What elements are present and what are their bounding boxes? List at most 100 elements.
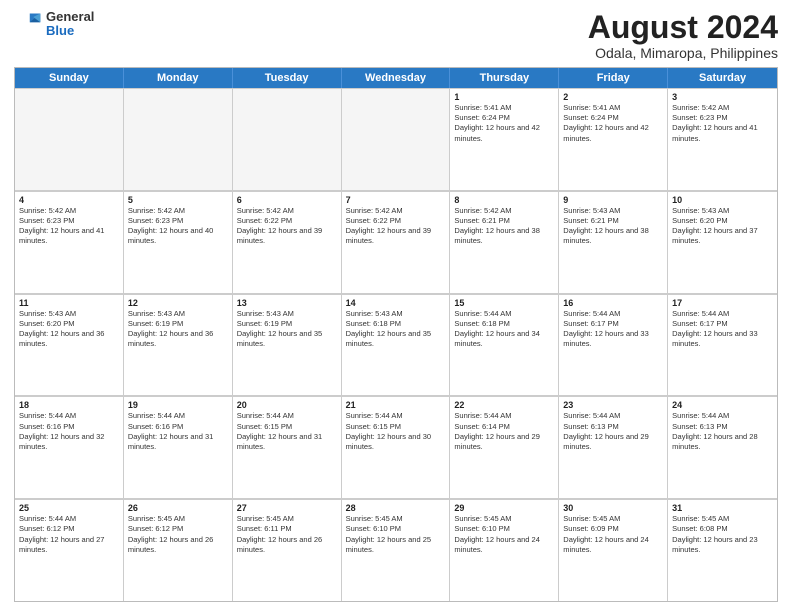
header: General Blue August 2024 Odala, Mimaropa… — [14, 10, 778, 61]
cell-info-w1-d4: Sunrise: 5:42 AM Sunset: 6:21 PM Dayligh… — [454, 206, 554, 247]
cell-info-w4-d4: Sunrise: 5:45 AM Sunset: 6:10 PM Dayligh… — [454, 514, 554, 555]
cell-w2-d1: 12Sunrise: 5:43 AM Sunset: 6:19 PM Dayli… — [124, 295, 233, 396]
day-num-w0-d4: 1 — [454, 92, 554, 102]
cell-w0-d2 — [233, 89, 342, 190]
cell-info-w3-d2: Sunrise: 5:44 AM Sunset: 6:15 PM Dayligh… — [237, 411, 337, 452]
header-friday: Friday — [559, 68, 668, 88]
cell-w1-d6: 10Sunrise: 5:43 AM Sunset: 6:20 PM Dayli… — [668, 192, 777, 293]
cell-w3-d1: 19Sunrise: 5:44 AM Sunset: 6:16 PM Dayli… — [124, 397, 233, 498]
day-num-w2-d4: 15 — [454, 298, 554, 308]
header-sunday: Sunday — [15, 68, 124, 88]
header-wednesday: Wednesday — [342, 68, 451, 88]
cell-w4-d2: 27Sunrise: 5:45 AM Sunset: 6:11 PM Dayli… — [233, 500, 342, 601]
cell-info-w4-d1: Sunrise: 5:45 AM Sunset: 6:12 PM Dayligh… — [128, 514, 228, 555]
cell-w3-d0: 18Sunrise: 5:44 AM Sunset: 6:16 PM Dayli… — [15, 397, 124, 498]
cell-info-w0-d6: Sunrise: 5:42 AM Sunset: 6:23 PM Dayligh… — [672, 103, 773, 144]
day-num-w0-d5: 2 — [563, 92, 663, 102]
cell-w4-d0: 25Sunrise: 5:44 AM Sunset: 6:12 PM Dayli… — [15, 500, 124, 601]
cell-info-w0-d4: Sunrise: 5:41 AM Sunset: 6:24 PM Dayligh… — [454, 103, 554, 144]
calendar: Sunday Monday Tuesday Wednesday Thursday… — [14, 67, 778, 602]
cell-w1-d0: 4Sunrise: 5:42 AM Sunset: 6:23 PM Daylig… — [15, 192, 124, 293]
cell-w3-d6: 24Sunrise: 5:44 AM Sunset: 6:13 PM Dayli… — [668, 397, 777, 498]
day-num-w3-d2: 20 — [237, 400, 337, 410]
week-row-1: 4 Sunrise: 5:42 AM Sunset: 6:23 PM Daylig… — [15, 191, 777, 294]
day-num-w2-d0: 11 — [19, 298, 119, 308]
cell-w1-d1: 5Sunrise: 5:42 AM Sunset: 6:23 PM Daylig… — [124, 192, 233, 293]
day-num-w1-d3: 7 — [346, 195, 446, 205]
logo-icon — [14, 10, 42, 38]
cell-info-w1-d1: Sunrise: 5:42 AM Sunset: 6:23 PM Dayligh… — [128, 206, 228, 247]
day-num-w1-d1: 5 — [128, 195, 228, 205]
week-row-3: 18Sunrise: 5:44 AM Sunset: 6:16 PM Dayli… — [15, 396, 777, 499]
header-thursday: Thursday — [450, 68, 559, 88]
cell-info-w2-d2: Sunrise: 5:43 AM Sunset: 6:19 PM Dayligh… — [237, 309, 337, 350]
cell-w4-d3: 28Sunrise: 5:45 AM Sunset: 6:10 PM Dayli… — [342, 500, 451, 601]
day-num-w4-d6: 31 — [672, 503, 773, 513]
cell-info-w1-d2: Sunrise: 5:42 AM Sunset: 6:22 PM Dayligh… — [237, 206, 337, 247]
day-num-w1-d6: 10 — [672, 195, 773, 205]
cell-w3-d3: 21Sunrise: 5:44 AM Sunset: 6:15 PM Dayli… — [342, 397, 451, 498]
subtitle: Odala, Mimaropa, Philippines — [588, 45, 778, 61]
cell-w2-d2: 13Sunrise: 5:43 AM Sunset: 6:19 PM Dayli… — [233, 295, 342, 396]
week-row-4: 25Sunrise: 5:44 AM Sunset: 6:12 PM Dayli… — [15, 499, 777, 601]
logo: General Blue — [14, 10, 94, 39]
cell-w3-d2: 20Sunrise: 5:44 AM Sunset: 6:15 PM Dayli… — [233, 397, 342, 498]
cell-w4-d6: 31Sunrise: 5:45 AM Sunset: 6:08 PM Dayli… — [668, 500, 777, 601]
header-monday: Monday — [124, 68, 233, 88]
day-num-w4-d1: 26 — [128, 503, 228, 513]
cell-w2-d3: 14Sunrise: 5:43 AM Sunset: 6:18 PM Dayli… — [342, 295, 451, 396]
cell-w1-d4: 8Sunrise: 5:42 AM Sunset: 6:21 PM Daylig… — [450, 192, 559, 293]
logo-blue-text: Blue — [46, 24, 94, 38]
logo-general-text: General — [46, 10, 94, 24]
cell-w1-d2: 6Sunrise: 5:42 AM Sunset: 6:22 PM Daylig… — [233, 192, 342, 293]
cell-w1-d5: 9Sunrise: 5:43 AM Sunset: 6:21 PM Daylig… — [559, 192, 668, 293]
cell-info-w2-d5: Sunrise: 5:44 AM Sunset: 6:17 PM Dayligh… — [563, 309, 663, 350]
page: General Blue August 2024 Odala, Mimaropa… — [0, 0, 792, 612]
day-num-w2-d2: 13 — [237, 298, 337, 308]
cell-info-w4-d6: Sunrise: 5:45 AM Sunset: 6:08 PM Dayligh… — [672, 514, 773, 555]
day-num-w0-d6: 3 — [672, 92, 773, 102]
week-row-2: 11Sunrise: 5:43 AM Sunset: 6:20 PM Dayli… — [15, 294, 777, 397]
calendar-header: Sunday Monday Tuesday Wednesday Thursday… — [15, 68, 777, 88]
cell-w1-d3: 7Sunrise: 5:42 AM Sunset: 6:22 PM Daylig… — [342, 192, 451, 293]
cell-w2-d4: 15Sunrise: 5:44 AM Sunset: 6:18 PM Dayli… — [450, 295, 559, 396]
header-saturday: Saturday — [668, 68, 777, 88]
cell-info-w2-d0: Sunrise: 5:43 AM Sunset: 6:20 PM Dayligh… — [19, 309, 119, 350]
day-num-w2-d1: 12 — [128, 298, 228, 308]
cell-info-w2-d1: Sunrise: 5:43 AM Sunset: 6:19 PM Dayligh… — [128, 309, 228, 350]
day-num-w2-d5: 16 — [563, 298, 663, 308]
day-num-w1-d0: 4 — [19, 195, 119, 205]
cell-w0-d5: 2Sunrise: 5:41 AM Sunset: 6:24 PM Daylig… — [559, 89, 668, 190]
day-num-w3-d5: 23 — [563, 400, 663, 410]
day-num-w2-d3: 14 — [346, 298, 446, 308]
cell-info-w3-d5: Sunrise: 5:44 AM Sunset: 6:13 PM Dayligh… — [563, 411, 663, 452]
week-row-0: 1Sunrise: 5:41 AM Sunset: 6:24 PM Daylig… — [15, 88, 777, 191]
cell-info-w2-d4: Sunrise: 5:44 AM Sunset: 6:18 PM Dayligh… — [454, 309, 554, 350]
cell-info-w0-d5: Sunrise: 5:41 AM Sunset: 6:24 PM Dayligh… — [563, 103, 663, 144]
cell-info-w4-d3: Sunrise: 5:45 AM Sunset: 6:10 PM Dayligh… — [346, 514, 446, 555]
cell-w2-d6: 17Sunrise: 5:44 AM Sunset: 6:17 PM Dayli… — [668, 295, 777, 396]
day-num-w4-d3: 28 — [346, 503, 446, 513]
day-num-w4-d2: 27 — [237, 503, 337, 513]
cell-info-w1-d3: Sunrise: 5:42 AM Sunset: 6:22 PM Dayligh… — [346, 206, 446, 247]
main-title: August 2024 — [588, 10, 778, 45]
cell-info-w4-d5: Sunrise: 5:45 AM Sunset: 6:09 PM Dayligh… — [563, 514, 663, 555]
cell-info-w2-d3: Sunrise: 5:43 AM Sunset: 6:18 PM Dayligh… — [346, 309, 446, 350]
cell-info-w3-d0: Sunrise: 5:44 AM Sunset: 6:16 PM Dayligh… — [19, 411, 119, 452]
cell-info-w3-d4: Sunrise: 5:44 AM Sunset: 6:14 PM Dayligh… — [454, 411, 554, 452]
cell-w0-d4: 1Sunrise: 5:41 AM Sunset: 6:24 PM Daylig… — [450, 89, 559, 190]
cell-w4-d1: 26Sunrise: 5:45 AM Sunset: 6:12 PM Dayli… — [124, 500, 233, 601]
cell-w4-d5: 30Sunrise: 5:45 AM Sunset: 6:09 PM Dayli… — [559, 500, 668, 601]
day-num-w2-d6: 17 — [672, 298, 773, 308]
cell-w3-d4: 22Sunrise: 5:44 AM Sunset: 6:14 PM Dayli… — [450, 397, 559, 498]
day-num-w4-d4: 29 — [454, 503, 554, 513]
day-num-w1-d2: 6 — [237, 195, 337, 205]
logo-text: General Blue — [46, 10, 94, 39]
cell-w0-d1 — [124, 89, 233, 190]
header-tuesday: Tuesday — [233, 68, 342, 88]
cell-info-w3-d6: Sunrise: 5:44 AM Sunset: 6:13 PM Dayligh… — [672, 411, 773, 452]
cell-w0-d6: 3Sunrise: 5:42 AM Sunset: 6:23 PM Daylig… — [668, 89, 777, 190]
cell-w0-d3 — [342, 89, 451, 190]
day-num-w3-d1: 19 — [128, 400, 228, 410]
day-num-w4-d0: 25 — [19, 503, 119, 513]
